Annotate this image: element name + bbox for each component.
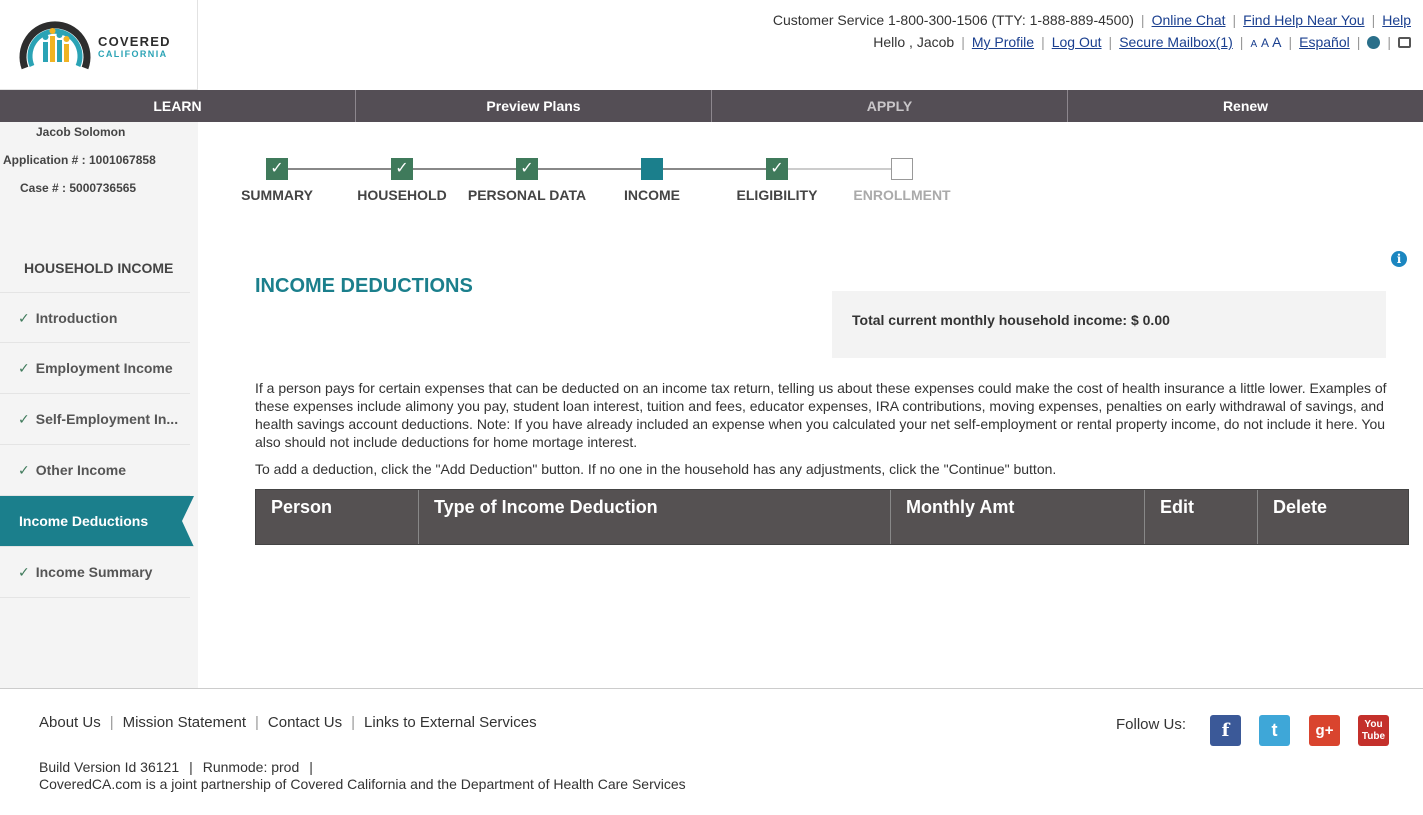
logo-emblem-icon (19, 21, 91, 70)
sidebar-item-introduction[interactable]: ✓ Introduction (0, 292, 190, 343)
covered-california-logo[interactable]: COVERED CALIFORNIA (0, 0, 198, 90)
total-income-text: Total current monthly household income: … (852, 312, 1170, 328)
sidebar-item-other-income[interactable]: ✓ Other Income (0, 445, 190, 496)
sidebar-item-label: Other Income (35, 462, 126, 478)
info-icon[interactable]: i (1391, 251, 1407, 267)
step-label: ELIGIBILITY (736, 187, 818, 203)
youtube-icon[interactable]: You Tube (1358, 715, 1389, 746)
checkmark-icon: ✓ (18, 360, 30, 376)
step-current-icon (641, 158, 663, 180)
column-header-person: Person (256, 490, 419, 544)
footer-link-mission-statement[interactable]: Mission Statement (123, 714, 246, 731)
twitter-icon[interactable]: t (1259, 715, 1290, 746)
sidebar-item-label: Introduction (35, 310, 118, 326)
logo-wordmark-bottom: CALIFORNIA (98, 49, 168, 59)
secure-mailbox-link[interactable]: Secure Mailbox(1) (1119, 34, 1233, 50)
build-version: Build Version Id 36121 (39, 759, 180, 775)
step-summary[interactable]: ✓ SUMMARY (212, 158, 342, 203)
step-label: INCOME (624, 187, 680, 203)
deductions-instruction: To add a deduction, click the "Add Deduc… (255, 461, 1057, 477)
sidebar-item-label: Self-Employment In... (35, 411, 179, 427)
logo-wordmark-top: COVERED (98, 34, 171, 49)
step-income[interactable]: INCOME (587, 158, 717, 203)
sidebar-item-label: Income Deductions (19, 513, 149, 529)
application-number: Application # : 1001067858 (3, 153, 156, 167)
sidebar-item-label: Income Summary (35, 564, 153, 580)
footer-link-about-us[interactable]: About Us (39, 714, 101, 731)
checkmark-icon: ✓ (18, 310, 30, 326)
utility-bar-bottom: Hello , Jacob | My Profile | Log Out | Secure … (873, 34, 1411, 50)
step-empty-icon (891, 158, 913, 180)
deductions-description: If a person pays for certain expenses th… (255, 380, 1387, 450)
customer-service-text: Customer Service 1-800-300-1506 (TTY: 1-… (772, 12, 1134, 28)
sidebar-item-employment-income[interactable]: ✓ Employment Income (0, 343, 190, 394)
column-header-delete: Delete (1273, 497, 1328, 517)
step-check-icon: ✓ (766, 158, 788, 180)
espanol-link[interactable]: Español (1299, 34, 1350, 50)
step-household[interactable]: ✓ HOUSEHOLD (337, 158, 467, 203)
step-enrollment: ENROLLMENT (837, 158, 967, 203)
runmode: Runmode: prod (202, 759, 300, 775)
sidebar-item-income-summary[interactable]: ✓ Income Summary (0, 547, 190, 598)
sidebar-item-label: Employment Income (35, 360, 173, 376)
sidebar-heading: HOUSEHOLD INCOME (24, 260, 174, 276)
step-check-icon: ✓ (516, 158, 538, 180)
sidebar-item-income-deductions[interactable]: Income Deductions (0, 496, 194, 547)
nav-preview-plans[interactable]: Preview Plans (356, 90, 712, 122)
online-chat-link[interactable]: Online Chat (1152, 12, 1226, 28)
build-info: Build Version Id 36121 | Runmode: prod | (39, 759, 313, 775)
column-header-edit: Edit (1145, 490, 1258, 544)
column-header-type: Type of Income Deduction (419, 490, 891, 544)
find-help-link[interactable]: Find Help Near You (1243, 12, 1364, 28)
text-size-large-button[interactable]: A (1272, 34, 1281, 50)
step-label: ENROLLMENT (853, 187, 951, 203)
follow-us-label: Follow Us: (1116, 716, 1187, 733)
nav-apply[interactable]: APPLY (712, 90, 1068, 122)
step-eligibility[interactable]: ✓ ELIGIBILITY (712, 158, 842, 203)
footer-links: About Us | Mission Statement | Contact Us | Li… (39, 714, 537, 731)
greeting-text: Hello , Jacob (873, 34, 955, 50)
step-label: SUMMARY (241, 187, 313, 203)
site-header: COVERED CALIFORNIA Customer Service 1-80… (0, 0, 1423, 90)
my-profile-link[interactable]: My Profile (972, 34, 1034, 50)
utility-bar-top: Customer Service 1-800-300-1506 (TTY: 1-… (772, 12, 1411, 28)
step-check-icon: ✓ (391, 158, 413, 180)
step-check-icon: ✓ (266, 158, 288, 180)
step-label: HOUSEHOLD (357, 187, 447, 203)
checkmark-icon: ✓ (18, 411, 30, 427)
nav-learn[interactable]: LEARN (0, 90, 356, 122)
partnership-text: CoveredCA.com is a joint partnership of … (39, 776, 686, 792)
case-number: Case # : 5000736565 (20, 181, 137, 195)
sidebar: Jacob Solomon Application # : 1001067858… (0, 122, 198, 688)
help-link[interactable]: Help (1382, 12, 1411, 28)
step-label: PERSONAL DATA (467, 187, 587, 203)
deductions-table-header: Person Type of Income Deduction Monthly … (255, 489, 1409, 545)
footer-link-external-services[interactable]: Links to External Services (364, 714, 537, 731)
column-header-monthly-amount: Monthly Amt (891, 490, 1145, 544)
applicant-name: Jacob Solomon (36, 125, 126, 139)
nav-renew[interactable]: Renew (1068, 90, 1423, 122)
globe-icon[interactable] (1367, 36, 1381, 49)
text-size-medium-button[interactable]: A (1261, 36, 1269, 50)
sidebar-item-self-employment-income[interactable]: ✓ Self-Employment In... (0, 394, 190, 445)
footer-link-contact-us[interactable]: Contact Us (268, 714, 342, 731)
printer-icon[interactable] (1398, 37, 1411, 48)
text-size-small-button[interactable]: A (1250, 39, 1257, 50)
step-personal-data[interactable]: ✓ PERSONAL DATA (462, 158, 592, 203)
site-footer: About Us | Mission Statement | Contact Us | Li… (0, 688, 1423, 815)
log-out-link[interactable]: Log Out (1052, 34, 1102, 50)
main-nav: LEARN Preview Plans APPLY Renew (0, 90, 1423, 122)
google-plus-icon[interactable]: g+ (1309, 715, 1340, 746)
checkmark-icon: ✓ (18, 462, 30, 478)
checkmark-icon: ✓ (18, 564, 30, 580)
total-income-box: Total current monthly household income: … (832, 291, 1386, 358)
facebook-icon[interactable]: f (1210, 715, 1241, 746)
text-size-controls: A A A (1250, 34, 1281, 50)
page-title: INCOME DEDUCTIONS (255, 275, 473, 297)
